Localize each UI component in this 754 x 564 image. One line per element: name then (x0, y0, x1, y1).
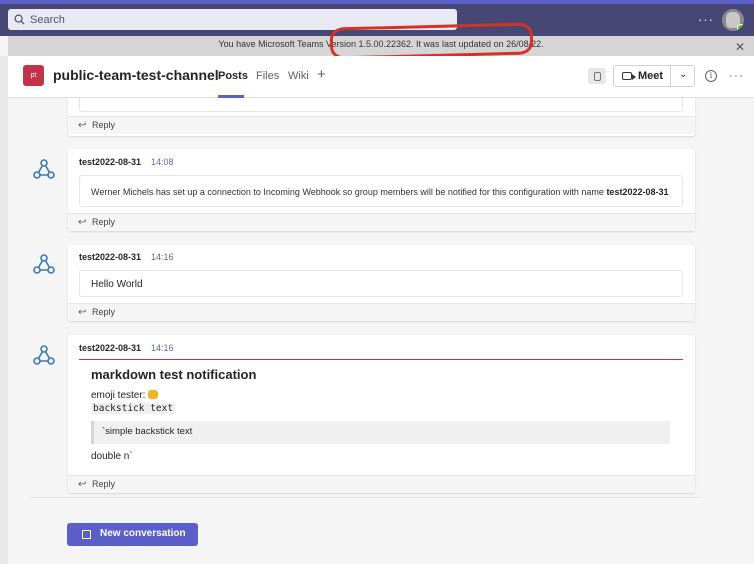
reply-button[interactable]: ↩ Reply (68, 213, 695, 231)
emoji-tester-line: emoji tester: (91, 390, 159, 401)
message-content (79, 98, 683, 112)
video-camera-icon (622, 72, 636, 80)
message-text: Hello World (91, 279, 143, 290)
add-tab-icon[interactable]: + (317, 66, 326, 83)
message-time: 14:16 (151, 343, 174, 353)
top-edge (0, 0, 754, 4)
webhook-bot-icon (33, 254, 55, 274)
blockquote: `simple backstick text (91, 421, 670, 444)
reply-label: Reply (92, 120, 116, 130)
new-conversation-label: New conversation (100, 528, 186, 539)
tab-files[interactable]: Files (256, 70, 279, 82)
message-content: Hello World (79, 270, 683, 297)
compose-icon (82, 530, 91, 539)
message-sender: test2022-08-31 (79, 343, 142, 353)
card-title: markdown test notification (91, 367, 257, 382)
red-annotation-circle (329, 22, 534, 60)
message-time: 14:16 (151, 252, 174, 262)
feed-divider (30, 497, 700, 498)
team-avatar[interactable]: pt (23, 65, 44, 86)
reply-label: Reply (92, 307, 116, 317)
channel-notes-icon[interactable] (588, 68, 606, 84)
user-avatar[interactable] (722, 9, 744, 31)
message-card: ↩ Reply (68, 98, 695, 136)
reply-button[interactable]: ↩ Reply (68, 116, 695, 134)
webhook-bot-icon (33, 345, 55, 365)
message-content: Werner Michels has set up a connection t… (79, 175, 683, 207)
reply-arrow-icon: ↩ (78, 120, 87, 131)
message-card: test2022-08-31 14:08 Werner Michels has … (68, 149, 695, 231)
close-icon[interactable]: ✕ (735, 40, 745, 54)
reply-arrow-icon: ↩ (78, 307, 87, 318)
left-rail (0, 56, 8, 564)
message-sender: test2022-08-31 (79, 157, 142, 167)
webhook-config-name: test2022-08-31 (606, 187, 669, 197)
webhook-notice: Werner Michels has set up a connection t… (91, 187, 668, 197)
message-time: 14:08 (151, 157, 174, 167)
meet-label: Meet (638, 70, 664, 82)
search-placeholder: Search (30, 13, 65, 26)
reply-arrow-icon: ↩ (78, 217, 87, 228)
tab-posts[interactable]: Posts (218, 70, 248, 82)
new-conversation-button[interactable]: New conversation (67, 523, 198, 546)
emoji-tester-label: emoji tester: (91, 390, 146, 401)
reply-button[interactable]: ↩ Reply (68, 475, 695, 493)
meet-divider (670, 66, 671, 86)
message-card: test2022-08-31 14:16 Hello World ↩ Reply (68, 245, 695, 321)
reply-label: Reply (92, 217, 116, 227)
channel-header: pt public-team-test-channel Posts Files … (8, 56, 754, 98)
fist-emoji-icon (148, 390, 159, 399)
message-sender: test2022-08-31 (79, 252, 142, 262)
card-text: double n` (91, 451, 133, 462)
chevron-down-icon[interactable]: ⌄ (679, 69, 687, 80)
reply-arrow-icon: ↩ (78, 479, 87, 490)
meet-button[interactable]: Meet ⌄ (613, 65, 695, 87)
channel-more-icon[interactable]: ··· (729, 68, 744, 82)
info-icon[interactable]: i (705, 70, 717, 82)
more-options-icon[interactable]: ··· (698, 12, 714, 27)
message-card: test2022-08-31 14:16 markdown test notif… (68, 335, 695, 493)
channel-title: public-team-test-channel (53, 67, 219, 83)
webhook-notice-text: Werner Michels has set up a connection t… (91, 187, 607, 197)
reply-label: Reply (92, 479, 116, 489)
inline-code: backstick text (91, 403, 176, 414)
available-status-icon (737, 24, 744, 31)
reply-button[interactable]: ↩ Reply (68, 303, 695, 321)
tab-wiki[interactable]: Wiki (288, 70, 309, 82)
webhook-bot-icon (33, 159, 55, 179)
search-icon (14, 14, 25, 25)
card-accent-line (79, 359, 683, 360)
